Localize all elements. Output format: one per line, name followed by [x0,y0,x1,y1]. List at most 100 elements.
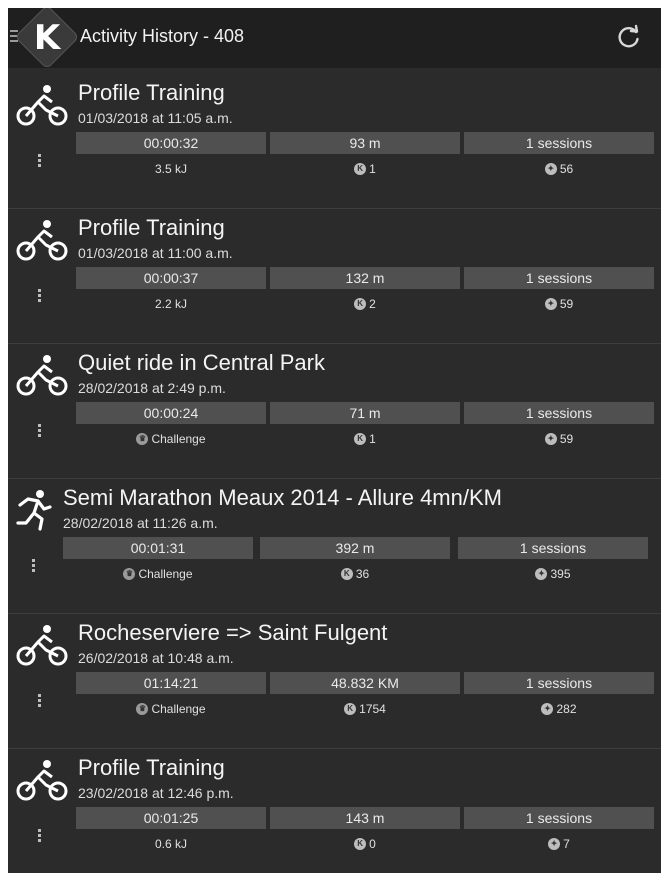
medal-icon: ✦ [541,703,554,715]
activity-date: 01/03/2018 at 11:05 a.m. [78,110,233,126]
k-badge-icon: K [354,433,367,445]
stat-b-value: 59 [559,297,574,311]
stat-a-value: 1 [369,432,376,446]
activity-date: 28/02/2018 at 2:49 p.m. [78,380,226,396]
sessions-value: 1 sessions [458,537,648,559]
cyclist-icon [16,625,68,666]
more-vert-icon[interactable] [38,154,42,170]
cyclist-icon [16,760,68,801]
k-badge-icon: K [354,163,367,175]
distance-value: 48.832 KM [270,672,460,694]
stat-b-value: 7 [563,837,570,851]
energy-info: 0.6 kJ [76,837,266,851]
trophy-icon: ♛ [136,433,149,445]
trophy-icon: ♛ [123,568,136,580]
distance-value: 93 m [270,132,460,154]
duration-value: 00:00:24 [76,402,266,424]
distance-value: 71 m [270,402,460,424]
energy-info: 2.2 kJ [76,297,266,311]
activity-date: 23/02/2018 at 12:46 p.m. [78,785,234,801]
sessions-value: 1 sessions [464,807,654,829]
stat-b: ✦ 59 [464,297,654,311]
energy-value: 0.6 kJ [154,837,187,851]
stat-a: K 2 [270,297,460,311]
page-title: Activity History - 408 [80,26,245,46]
stat-b: ✦ 56 [464,162,654,176]
distance-value: 392 m [260,537,450,559]
more-vert-icon[interactable] [32,559,36,575]
trophy-icon: ♛ [136,703,149,715]
stat-b: ✦ 282 [464,702,654,716]
more-vert-icon[interactable] [38,289,42,305]
stat-a-value: 0 [369,837,376,851]
stat-a: K 1 [270,432,460,446]
more-vert-icon[interactable] [38,829,42,845]
activity-list-item[interactable]: Rocheserviere => Saint Fulgent 26/02/201… [8,614,661,749]
distance-value: 143 m [270,807,460,829]
stat-a-value: 2 [369,297,376,311]
sessions-value: 1 sessions [464,672,654,694]
sessions-value: 1 sessions [464,267,654,289]
stat-b: ✦ 395 [458,567,648,581]
challenge-label: Challenge [151,432,206,446]
energy-value: 3.5 kJ [154,162,187,176]
distance-value: 132 m [270,267,460,289]
cyclist-icon [16,85,68,126]
k-badge-icon: K [354,298,367,310]
medal-icon: ✦ [548,838,561,850]
challenge-info: ♛ Challenge [63,567,253,581]
activity-date: 01/03/2018 at 11:00 a.m. [78,245,233,261]
activity-title: Quiet ride in Central Park [78,350,325,375]
challenge-info: ♛ Challenge [76,432,266,446]
activity-date: 26/02/2018 at 10:48 a.m. [78,650,234,666]
activity-date: 28/02/2018 at 11:26 a.m. [63,515,218,531]
cyclist-icon [16,355,68,396]
duration-value: 00:00:37 [76,267,266,289]
activity-list-item[interactable]: Semi Marathon Meaux 2014 - Allure 4mn/KM… [8,479,661,614]
challenge-label: Challenge [151,702,206,716]
k-badge-icon: K [354,838,367,850]
k-badge-icon: K [340,568,353,580]
stat-b-value: 59 [559,432,574,446]
stat-a-value: 36 [355,567,370,581]
app-bar: K Activity History - 408 [8,8,661,70]
k-logo-letter: K [33,18,61,58]
k-badge-icon: K [344,703,357,715]
challenge-label: Challenge [138,567,193,581]
stat-a-value: 1 [369,162,376,176]
activity-title: Profile Training [78,80,225,105]
sessions-value: 1 sessions [464,132,654,154]
stat-a: K 1754 [270,702,460,716]
stat-a: K 1 [270,162,460,176]
activity-list-item[interactable]: Profile Training 23/02/2018 at 12:46 p.m… [8,749,661,873]
stat-b-value: 56 [559,162,574,176]
duration-value: 01:14:21 [76,672,266,694]
medal-icon: ✦ [535,568,548,580]
energy-info: 3.5 kJ [76,162,266,176]
refresh-icon[interactable] [616,24,642,50]
screen: K Activity History - 408 Profile Trainin… [8,8,661,873]
stat-b: ✦ 7 [464,837,654,851]
activity-title: Semi Marathon Meaux 2014 - Allure 4mn/KM [63,485,502,510]
activity-title: Rocheserviere => Saint Fulgent [78,620,388,645]
stat-b-value: 282 [556,702,577,716]
activity-list-item[interactable]: Profile Training 01/03/2018 at 11:00 a.m… [8,209,661,344]
duration-value: 00:01:31 [63,537,253,559]
activity-title: Profile Training [78,215,225,240]
duration-value: 00:00:32 [76,132,266,154]
cyclist-icon [16,220,68,261]
medal-icon: ✦ [544,163,557,175]
medal-icon: ✦ [544,433,557,445]
activity-list-item[interactable]: Profile Training 01/03/2018 at 11:05 a.m… [8,74,661,209]
runner-icon [16,490,52,531]
more-vert-icon[interactable] [38,694,42,710]
sessions-value: 1 sessions [464,402,654,424]
medal-icon: ✦ [544,298,557,310]
stat-b: ✦ 59 [464,432,654,446]
activity-list-item[interactable]: Quiet ride in Central Park 28/02/2018 at… [8,344,661,479]
stat-b-value: 395 [550,567,571,581]
challenge-info: ♛ Challenge [76,702,266,716]
more-vert-icon[interactable] [38,424,42,440]
duration-value: 00:01:25 [76,807,266,829]
stat-a: K 0 [270,837,460,851]
